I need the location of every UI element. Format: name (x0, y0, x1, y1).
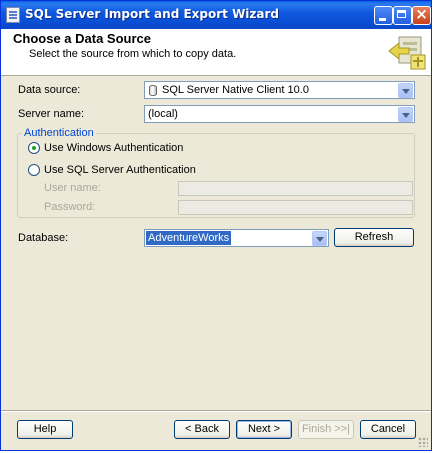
chevron-down-icon[interactable] (398, 83, 413, 98)
server-name-combo[interactable]: (local) (144, 105, 415, 123)
database-value: AdventureWorks (146, 231, 232, 245)
windows-auth-label[interactable]: Use Windows Authentication (44, 142, 183, 154)
resize-grip-icon[interactable] (418, 437, 428, 447)
maximize-button[interactable] (393, 6, 412, 25)
password-label: Password: (44, 201, 96, 213)
wizard-header: Choose a Data Source Select the source f… (1, 29, 431, 76)
title-bar[interactable]: SQL Server Import and Export Wizard (1, 1, 431, 29)
chevron-down-icon[interactable] (312, 231, 327, 246)
data-source-value: SQL Server Native Client 10.0 (162, 84, 309, 96)
windows-auth-radio[interactable] (28, 142, 40, 154)
chevron-down-icon[interactable] (398, 107, 413, 122)
wizard-window: SQL Server Import and Export Wizard Choo… (0, 0, 432, 451)
app-icon (6, 7, 20, 23)
page-subtitle: Select the source from which to copy dat… (29, 48, 237, 60)
refresh-button[interactable]: Refresh (334, 228, 414, 247)
user-name-input[interactable] (178, 181, 413, 196)
minimize-button[interactable] (374, 6, 393, 25)
authentication-group-label: Authentication (22, 127, 96, 139)
close-button[interactable] (412, 6, 431, 25)
back-button[interactable]: < Back (174, 420, 230, 439)
finish-button[interactable]: Finish >>| (298, 420, 354, 439)
cancel-button[interactable]: Cancel (360, 420, 416, 439)
next-button[interactable]: Next > (236, 420, 292, 439)
database-label: Database: (18, 232, 69, 244)
sql-auth-label[interactable]: Use SQL Server Authentication (44, 164, 196, 176)
help-button[interactable]: Help (17, 420, 73, 439)
server-name-label: Server name: (18, 108, 85, 120)
database-combo[interactable]: AdventureWorks (144, 229, 329, 247)
user-name-label: User name: (44, 182, 101, 194)
data-source-label: Data source: (18, 84, 81, 96)
sql-auth-radio[interactable] (28, 164, 40, 176)
database-icon (149, 85, 157, 96)
password-input[interactable] (178, 200, 413, 215)
window-title: SQL Server Import and Export Wizard (25, 7, 280, 21)
footer-separator (1, 410, 431, 412)
page-title: Choose a Data Source (13, 31, 151, 46)
data-source-combo[interactable]: SQL Server Native Client 10.0 (144, 81, 415, 99)
wizard-icon (388, 36, 426, 70)
server-name-value: (local) (148, 108, 178, 120)
